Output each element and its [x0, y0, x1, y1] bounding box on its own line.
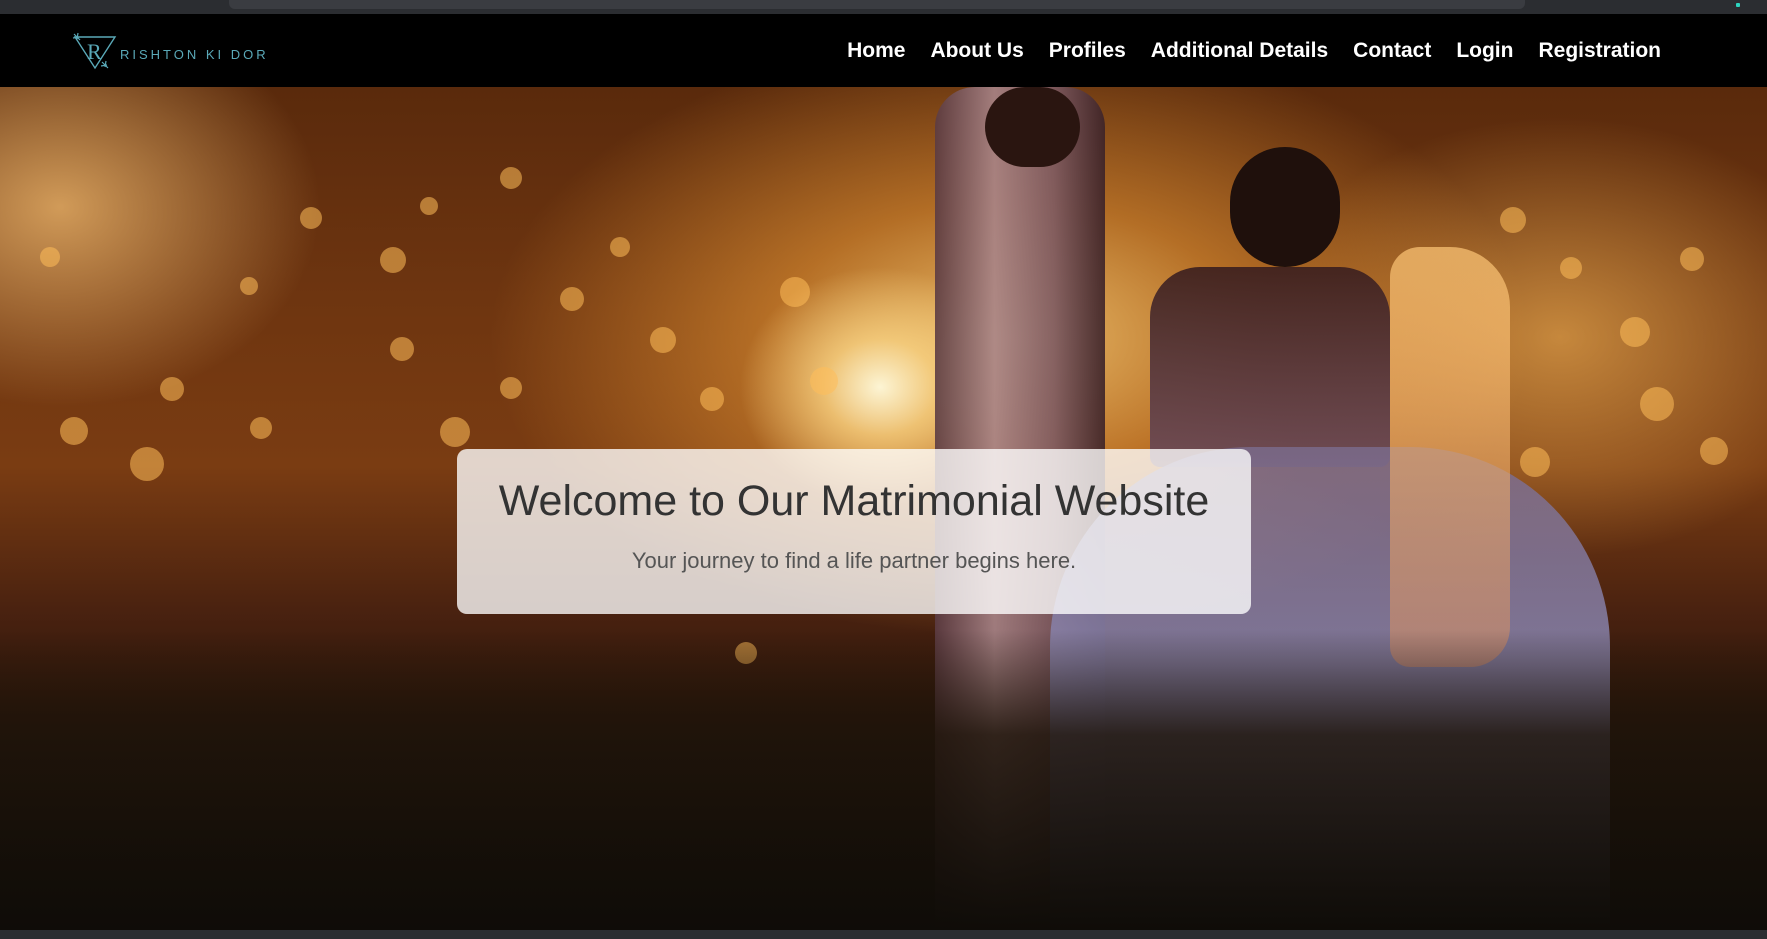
logo-mark-icon: R	[72, 32, 117, 70]
hero-banner: Welcome to Our Matrimonial Website Your …	[0, 87, 1767, 930]
browser-top-strip	[0, 0, 1767, 14]
nav-link-login[interactable]: Login	[1456, 39, 1513, 63]
nav-link-profiles[interactable]: Profiles	[1049, 39, 1126, 63]
nav-link-registration[interactable]: Registration	[1538, 39, 1661, 63]
nav-link-home[interactable]: Home	[847, 39, 905, 63]
top-navbar: R RISHTON KI DOR Home About Us Profiles …	[0, 14, 1767, 87]
browser-bottom-strip	[0, 930, 1767, 939]
browser-address-bar[interactable]	[229, 0, 1525, 9]
nav-link-contact[interactable]: Contact	[1353, 39, 1431, 63]
nav-menu: Home About Us Profiles Additional Detail…	[822, 14, 1661, 87]
hero-title: Welcome to Our Matrimonial Website	[498, 477, 1210, 525]
brand-name: RISHTON KI DOR	[120, 46, 269, 62]
hero-subtitle: Your journey to find a life partner begi…	[631, 548, 1077, 573]
nav-link-about-us[interactable]: About Us	[930, 39, 1023, 63]
site-logo[interactable]: R RISHTON KI DOR	[72, 32, 269, 70]
browser-status-indicator	[1736, 3, 1740, 7]
nav-link-additional-details[interactable]: Additional Details	[1151, 39, 1328, 63]
welcome-card: Welcome to Our Matrimonial Website Your …	[457, 449, 1251, 614]
logo-letter: R	[87, 39, 102, 64]
